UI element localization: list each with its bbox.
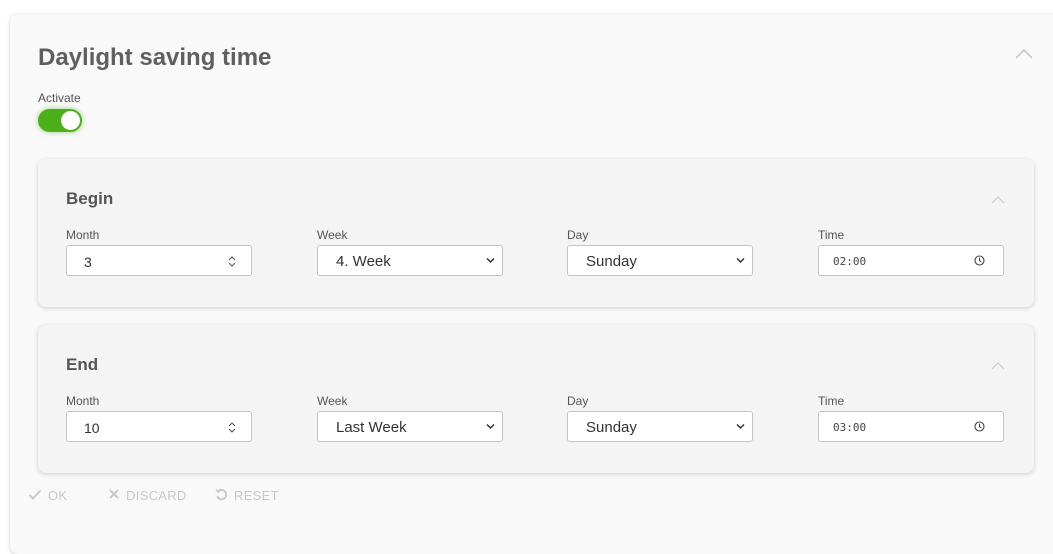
- end-day-select[interactable]: Sunday: [567, 411, 753, 442]
- begin-month-value: 3: [84, 254, 92, 270]
- begin-day-select[interactable]: Sunday: [567, 245, 753, 276]
- toggle-knob: [61, 111, 80, 130]
- end-panel: End Month 10 Week Last Week Day Sunday T…: [38, 325, 1034, 473]
- chevron-down-icon: [736, 423, 745, 430]
- end-day-value: Sunday: [586, 419, 637, 436]
- undo-icon: [215, 488, 228, 504]
- begin-time-label: Time: [818, 228, 845, 242]
- reset-label: RESET: [234, 488, 279, 504]
- begin-week-value: 4. Week: [336, 253, 391, 270]
- end-week-value: Last Week: [336, 419, 407, 436]
- stepper-arrows-icon[interactable]: [228, 421, 236, 434]
- chevron-up-icon[interactable]: [991, 361, 1005, 370]
- end-time-input[interactable]: 03:00: [818, 411, 1004, 442]
- begin-month-stepper[interactable]: 3: [66, 245, 252, 276]
- end-day-label: Day: [567, 394, 589, 408]
- chevron-down-icon: [736, 257, 745, 264]
- ok-label: OK: [48, 488, 68, 504]
- end-week-select[interactable]: Last Week: [317, 411, 503, 442]
- end-time-label: Time: [818, 394, 845, 408]
- discard-label: DISCARD: [126, 488, 187, 504]
- end-month-stepper[interactable]: 10: [66, 411, 252, 442]
- ok-button[interactable]: OK: [28, 487, 67, 503]
- section-title: Daylight saving time: [38, 44, 272, 71]
- activate-toggle[interactable]: [38, 109, 82, 132]
- begin-title: Begin: [66, 189, 114, 208]
- clock-icon[interactable]: [974, 255, 985, 266]
- chevron-up-icon[interactable]: [991, 195, 1005, 204]
- chevron-down-icon: [486, 423, 495, 430]
- end-month-value: 10: [84, 420, 100, 436]
- discard-button[interactable]: DISCARD: [108, 487, 187, 503]
- close-icon: [108, 488, 120, 503]
- begin-day-label: Day: [567, 228, 589, 242]
- chevron-up-icon[interactable]: [1015, 48, 1033, 60]
- stepper-arrows-icon[interactable]: [228, 255, 236, 268]
- begin-week-label: Week: [317, 228, 348, 242]
- begin-month-label: Month: [66, 228, 100, 242]
- check-icon: [28, 488, 42, 503]
- end-month-label: Month: [66, 394, 100, 408]
- begin-day-value: Sunday: [586, 253, 637, 270]
- clock-icon[interactable]: [974, 421, 985, 432]
- chevron-down-icon: [486, 257, 495, 264]
- activate-label: Activate: [38, 91, 81, 105]
- end-title: End: [66, 355, 99, 374]
- begin-time-value: 02:00: [833, 255, 867, 268]
- end-week-label: Week: [317, 394, 348, 408]
- begin-time-input[interactable]: 02:00: [818, 245, 1004, 276]
- begin-panel: Begin Month 3 Week 4. Week Day Sunday Ti…: [38, 159, 1034, 307]
- end-time-value: 03:00: [833, 421, 867, 434]
- dst-settings-card: Daylight saving time Activate Begin Mont…: [10, 14, 1053, 554]
- begin-week-select[interactable]: 4. Week: [317, 245, 503, 276]
- reset-button[interactable]: RESET: [215, 487, 279, 504]
